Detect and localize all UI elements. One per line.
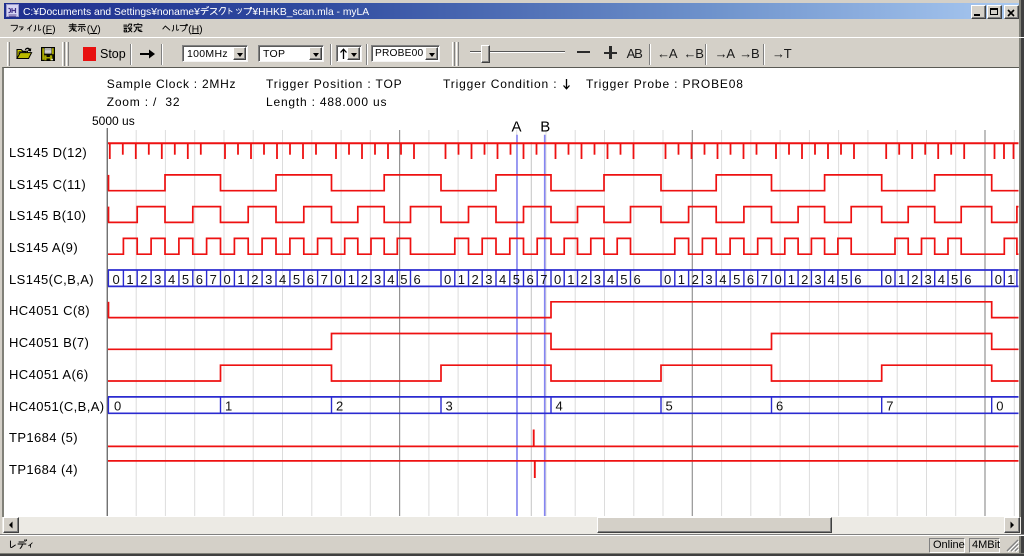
- svg-text:2: 2: [361, 272, 368, 287]
- svg-text:6: 6: [307, 272, 314, 287]
- svg-text:4: 4: [607, 272, 614, 287]
- svg-text:0: 0: [113, 272, 120, 287]
- svg-text:3: 3: [705, 272, 712, 287]
- svg-text:5: 5: [513, 272, 520, 287]
- svg-text:0: 0: [335, 272, 342, 287]
- svg-text:3: 3: [265, 272, 272, 287]
- svg-text:0: 0: [664, 272, 671, 287]
- svg-text:6: 6: [776, 399, 783, 414]
- svg-text:1: 1: [898, 272, 905, 287]
- svg-text:7: 7: [321, 272, 328, 287]
- svg-text:7: 7: [210, 272, 217, 287]
- svg-text:3: 3: [925, 272, 932, 287]
- svg-text:2: 2: [801, 272, 808, 287]
- svg-text:3: 3: [594, 272, 601, 287]
- svg-text:5: 5: [841, 272, 848, 287]
- svg-text:5: 5: [733, 272, 740, 287]
- svg-text:1: 1: [458, 272, 465, 287]
- svg-text:5: 5: [400, 272, 407, 287]
- svg-text:6: 6: [854, 272, 861, 287]
- svg-text:4: 4: [499, 272, 506, 287]
- svg-text:4: 4: [938, 272, 945, 287]
- svg-text:2: 2: [472, 272, 479, 287]
- svg-text:4: 4: [279, 272, 286, 287]
- svg-text:1: 1: [126, 272, 133, 287]
- svg-text:1: 1: [225, 399, 232, 414]
- svg-text:0: 0: [444, 272, 451, 287]
- svg-text:2: 2: [692, 272, 699, 287]
- svg-text:4: 4: [556, 399, 563, 414]
- svg-text:4: 4: [168, 272, 175, 287]
- svg-text:3: 3: [446, 399, 453, 414]
- svg-text:5: 5: [293, 272, 300, 287]
- svg-text:3: 3: [154, 272, 161, 287]
- svg-text:2: 2: [581, 272, 588, 287]
- svg-text:5: 5: [951, 272, 958, 287]
- svg-text:0: 0: [554, 272, 561, 287]
- svg-text:7: 7: [761, 272, 768, 287]
- svg-text:3: 3: [814, 272, 821, 287]
- svg-text:1: 1: [788, 272, 795, 287]
- svg-text:5: 5: [182, 272, 189, 287]
- svg-text:0: 0: [996, 399, 1003, 414]
- svg-text:3: 3: [374, 272, 381, 287]
- svg-text:0: 0: [775, 272, 782, 287]
- svg-text:2: 2: [140, 272, 147, 287]
- svg-text:1: 1: [678, 272, 685, 287]
- svg-text:0: 0: [885, 272, 892, 287]
- svg-text:4: 4: [828, 272, 835, 287]
- svg-text:5: 5: [666, 399, 673, 414]
- svg-text:3: 3: [485, 272, 492, 287]
- svg-text:2: 2: [336, 399, 343, 414]
- svg-text:2: 2: [251, 272, 258, 287]
- svg-text:6: 6: [634, 272, 641, 287]
- svg-text:0: 0: [114, 399, 121, 414]
- svg-text:A: A: [511, 119, 521, 136]
- svg-text:4: 4: [387, 272, 394, 287]
- svg-text:1: 1: [1007, 272, 1014, 287]
- svg-text:5: 5: [620, 272, 627, 287]
- svg-text:1: 1: [237, 272, 244, 287]
- svg-text:7: 7: [540, 272, 547, 287]
- svg-text:1: 1: [348, 272, 355, 287]
- svg-text:4: 4: [719, 272, 726, 287]
- svg-text:1: 1: [567, 272, 574, 287]
- svg-text:6: 6: [414, 272, 421, 287]
- svg-text:0: 0: [224, 272, 231, 287]
- svg-text:6: 6: [964, 272, 971, 287]
- svg-text:7: 7: [886, 399, 893, 414]
- svg-text:0: 0: [995, 272, 1002, 287]
- svg-text:6: 6: [747, 272, 754, 287]
- svg-text:2: 2: [911, 272, 918, 287]
- svg-text:6: 6: [196, 272, 203, 287]
- svg-text:6: 6: [527, 272, 534, 287]
- svg-text:B: B: [540, 119, 550, 136]
